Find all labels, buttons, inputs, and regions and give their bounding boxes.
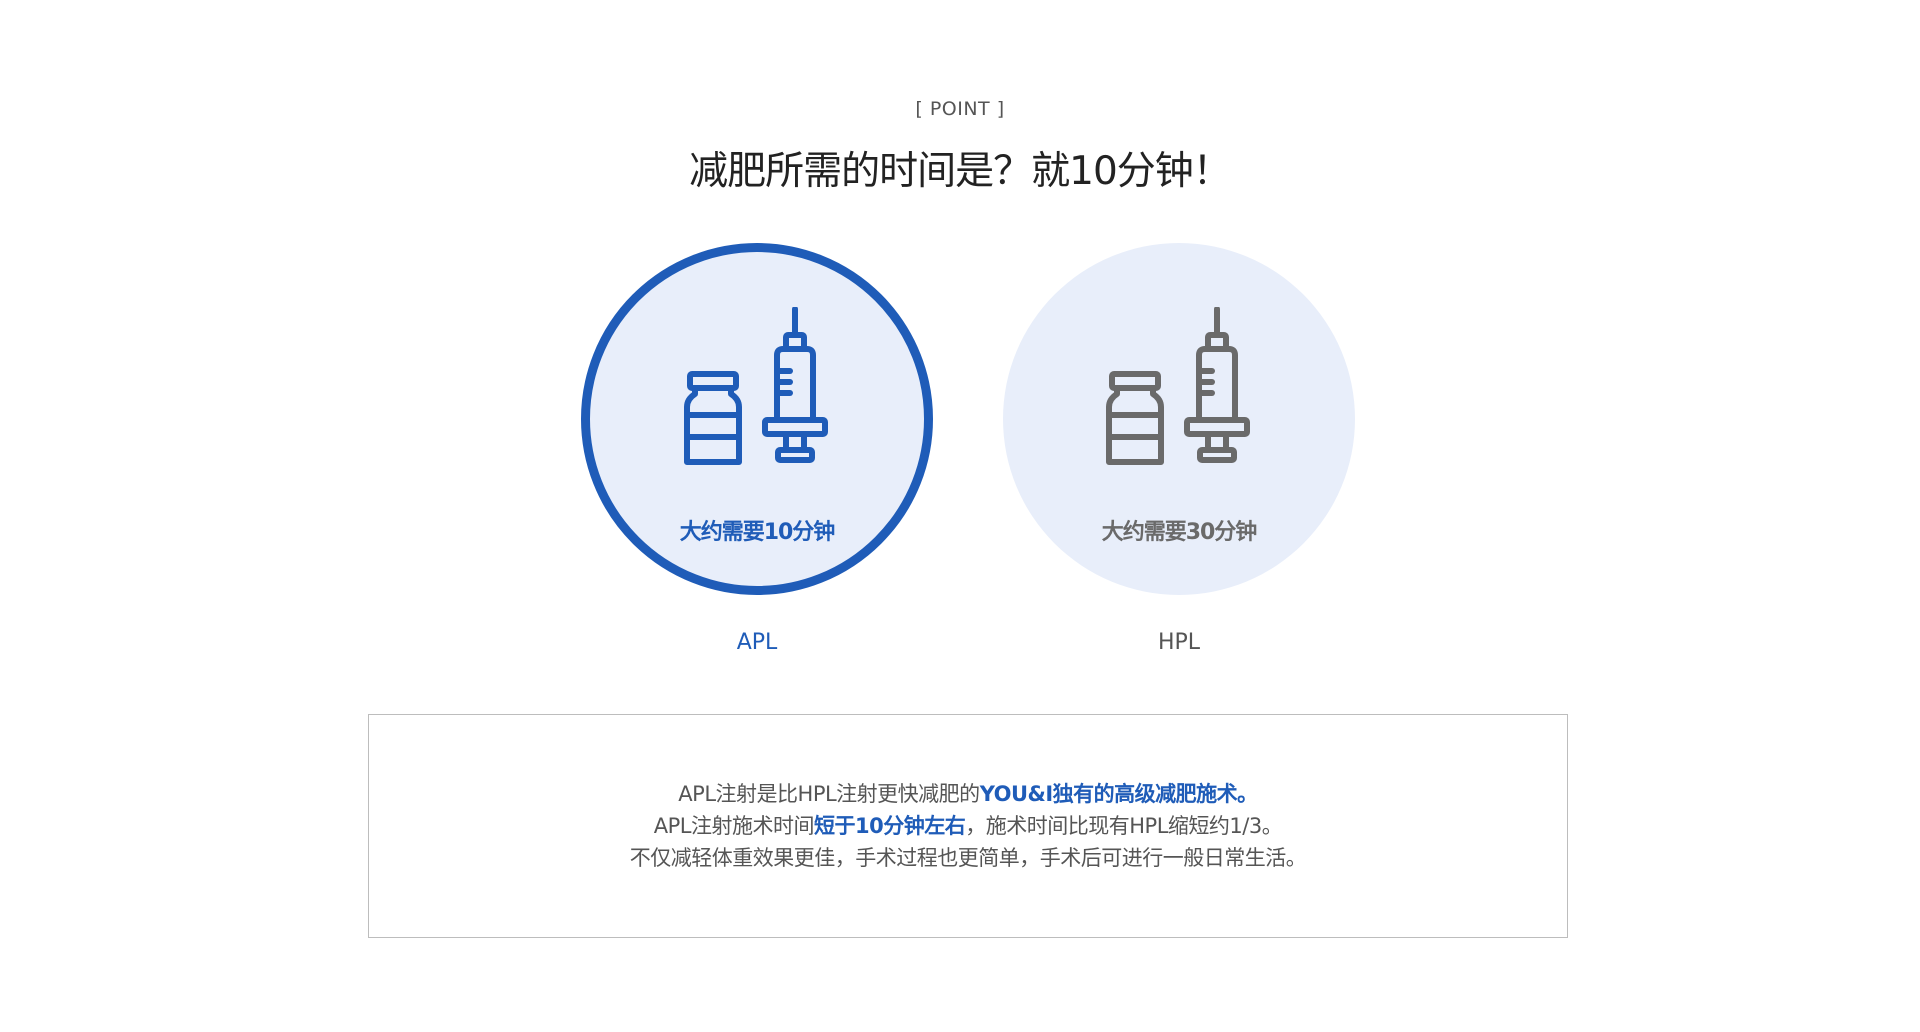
description-line-2: APL注射施术时间短于10分钟左右，施术时间比现有HPL缩短约1/3。 [653, 810, 1283, 842]
section-eyebrow: [ POINT ] [915, 98, 1005, 120]
apl-label: APL [736, 630, 778, 655]
apl-circle: 大约需要10分钟 [581, 243, 933, 595]
description-line-3: 不仅减轻体重效果更佳，手术过程也更简单，手术后可进行一般日常生活。 [629, 846, 1307, 870]
hpl-circle: 大约需要30分钟 [1003, 243, 1355, 595]
vial-syringe-icon [1106, 307, 1250, 465]
description-text: ，施术时间比现有HPL缩短约1/3。 [965, 814, 1283, 838]
page-title: 减肥所需的时间是？就10分钟！ [689, 149, 1232, 194]
hpl-time-text: 大约需要30分钟 [1101, 520, 1258, 545]
apl-time-text: 大约需要10分钟 [679, 520, 836, 545]
description-highlight: 短于10分钟左右 [814, 814, 966, 838]
description-line-1: APL注射是比HPL注射更快减肥的YOU&I独有的高级减肥施术。 [678, 778, 1259, 810]
vial-syringe-icon [684, 307, 828, 465]
description-text: APL注射施术时间 [653, 814, 815, 838]
hpl-label: HPL [1157, 630, 1201, 655]
description-box: APL注射是比HPL注射更快减肥的YOU&I独有的高级减肥施术。 APL注射施术… [368, 714, 1568, 938]
description-text: APL注射是比HPL注射更快减肥的 [678, 782, 980, 806]
description-highlight: YOU&I独有的高级减肥施术。 [979, 782, 1259, 806]
